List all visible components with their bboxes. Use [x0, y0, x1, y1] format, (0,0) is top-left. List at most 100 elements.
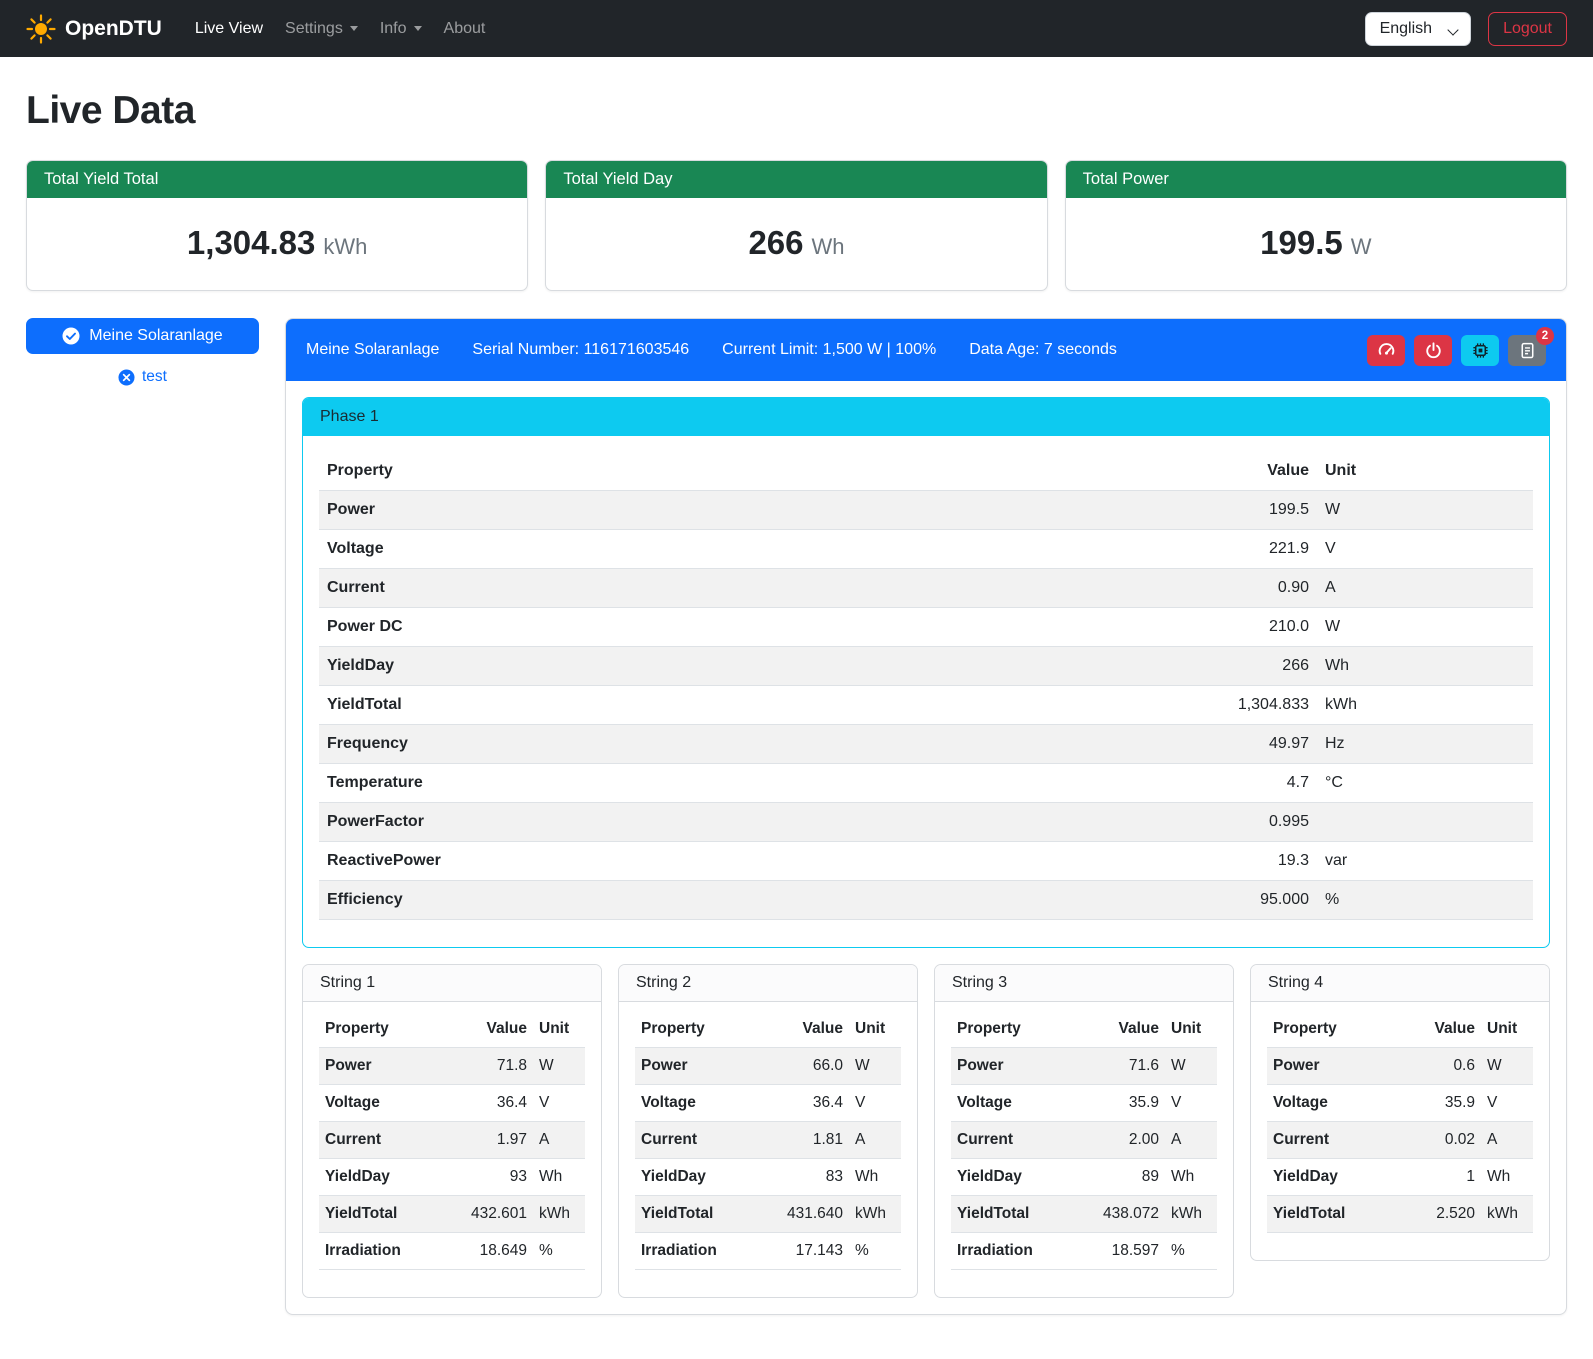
brand[interactable]: OpenDTU: [26, 14, 162, 44]
value-cell: 66.0: [773, 1048, 849, 1085]
table-row: YieldTotal431.640kWh: [635, 1196, 901, 1233]
card-unit: W: [1351, 234, 1372, 259]
unit-cell: A: [1481, 1122, 1533, 1159]
logout-button[interactable]: Logout: [1488, 12, 1567, 46]
property-cell: PowerFactor: [319, 803, 877, 842]
value-cell: 35.9: [1405, 1085, 1481, 1122]
card-body: 266Wh: [546, 198, 1046, 290]
table-row: YieldDay89Wh: [951, 1159, 1217, 1196]
power-toggle-button[interactable]: [1414, 335, 1452, 366]
unit-cell: kWh: [533, 1196, 585, 1233]
strings-row: String 1 Property Value Unit: [302, 964, 1550, 1298]
navbar: OpenDTU Live View Settings Info About En…: [0, 0, 1593, 57]
property-cell: Irradiation: [951, 1233, 1089, 1270]
unit-cell: A: [1317, 569, 1533, 608]
inverter-sidebar: Meine Solaranlage test: [26, 318, 259, 386]
limit-settings-button[interactable]: [1367, 335, 1405, 366]
property-cell: YieldTotal: [319, 1196, 457, 1233]
table-header-row: Property Value Unit: [1267, 1011, 1533, 1048]
table-row: Power DC210.0W: [319, 608, 1533, 647]
string-title: String 1: [303, 965, 601, 1002]
column-property: Property: [319, 452, 877, 491]
table-row: Current2.00A: [951, 1122, 1217, 1159]
property-cell: Power: [951, 1048, 1089, 1085]
value-cell: 2.00: [1089, 1122, 1165, 1159]
property-cell: Voltage: [951, 1085, 1089, 1122]
table-row: Current1.97A: [319, 1122, 585, 1159]
inverter-actions: 2: [1367, 335, 1546, 366]
inverter-panel-body: Phase 1 Property Value Unit: [286, 381, 1566, 1314]
value-cell: 0.90: [877, 569, 1317, 608]
table-row: YieldDay1Wh: [1267, 1159, 1533, 1196]
event-count-badge: 2: [1536, 327, 1554, 345]
nav-live-view[interactable]: Live View: [184, 12, 274, 46]
property-cell: ReactivePower: [319, 842, 877, 881]
event-log-button[interactable]: 2: [1508, 335, 1546, 366]
table-row: Irradiation17.143%: [635, 1233, 901, 1270]
property-cell: YieldTotal: [319, 686, 877, 725]
table-row: YieldDay83Wh: [635, 1159, 901, 1196]
property-cell: YieldDay: [319, 1159, 457, 1196]
nav-settings[interactable]: Settings: [274, 12, 369, 46]
value-cell: 1,304.833: [877, 686, 1317, 725]
table-row: Current0.90A: [319, 569, 1533, 608]
value-cell: 18.597: [1089, 1233, 1165, 1270]
table-row: Efficiency95.000%: [319, 881, 1533, 920]
cpu-icon: [1471, 341, 1490, 360]
value-cell: 266: [877, 647, 1317, 686]
unit-cell: A: [849, 1122, 901, 1159]
unit-cell: W: [1317, 491, 1533, 530]
table-row: Current1.81A: [635, 1122, 901, 1159]
column-unit: Unit: [1165, 1011, 1217, 1048]
value-cell: 1: [1405, 1159, 1481, 1196]
string-table: Property Value Unit Power71.6W Voltage35…: [951, 1011, 1217, 1270]
card-total-yield-day: Total Yield Day 266Wh: [545, 160, 1047, 291]
value-cell: 0.02: [1405, 1122, 1481, 1159]
nav-about[interactable]: About: [433, 12, 497, 46]
nav-info[interactable]: Info: [369, 12, 433, 46]
unit-cell: kWh: [1481, 1196, 1533, 1233]
property-cell: Current: [1267, 1122, 1405, 1159]
x-circle-icon: [118, 369, 135, 386]
language-select-value: English: [1380, 20, 1432, 37]
value-cell: 1.81: [773, 1122, 849, 1159]
table-row: Current0.02A: [1267, 1122, 1533, 1159]
property-cell: Voltage: [1267, 1085, 1405, 1122]
property-cell: YieldDay: [319, 647, 877, 686]
nav-about-label: About: [444, 20, 486, 38]
value-cell: 95.000: [877, 881, 1317, 920]
unit-cell: var: [1317, 842, 1533, 881]
unit-cell: V: [1481, 1085, 1533, 1122]
string-card-1: String 1 Property Value Unit: [302, 964, 602, 1298]
column-value: Value: [457, 1011, 533, 1048]
inverter-select-test[interactable]: test: [26, 368, 259, 386]
value-cell: 49.97: [877, 725, 1317, 764]
column-unit: Unit: [1317, 452, 1533, 491]
navbar-right: English Logout: [1365, 12, 1567, 46]
unit-cell: %: [849, 1233, 901, 1270]
card-value: 266: [748, 224, 803, 261]
card-header: Total Yield Total: [27, 161, 527, 198]
value-cell: 199.5: [877, 491, 1317, 530]
nav-info-label: Info: [380, 20, 407, 38]
unit-cell: A: [1165, 1122, 1217, 1159]
value-cell: 432.601: [457, 1196, 533, 1233]
language-select[interactable]: English: [1365, 12, 1471, 46]
value-cell: 19.3: [877, 842, 1317, 881]
column-unit: Unit: [1481, 1011, 1533, 1048]
column-value: Value: [773, 1011, 849, 1048]
value-cell: 438.072: [1089, 1196, 1165, 1233]
unit-cell: Hz: [1317, 725, 1533, 764]
table-row: Voltage35.9V: [1267, 1085, 1533, 1122]
property-cell: Current: [319, 569, 877, 608]
inverter-select-active[interactable]: Meine Solaranlage: [26, 318, 259, 354]
inverter-panel: Meine Solaranlage Serial Number: 1161716…: [285, 318, 1567, 1315]
table-row: YieldTotal432.601kWh: [319, 1196, 585, 1233]
check-circle-icon: [62, 327, 80, 345]
property-cell: Current: [635, 1122, 773, 1159]
table-row: Power199.5W: [319, 491, 1533, 530]
table-row: YieldTotal1,304.833kWh: [319, 686, 1533, 725]
property-cell: Efficiency: [319, 881, 877, 920]
device-info-button[interactable]: [1461, 335, 1499, 366]
property-cell: Power: [1267, 1048, 1405, 1085]
